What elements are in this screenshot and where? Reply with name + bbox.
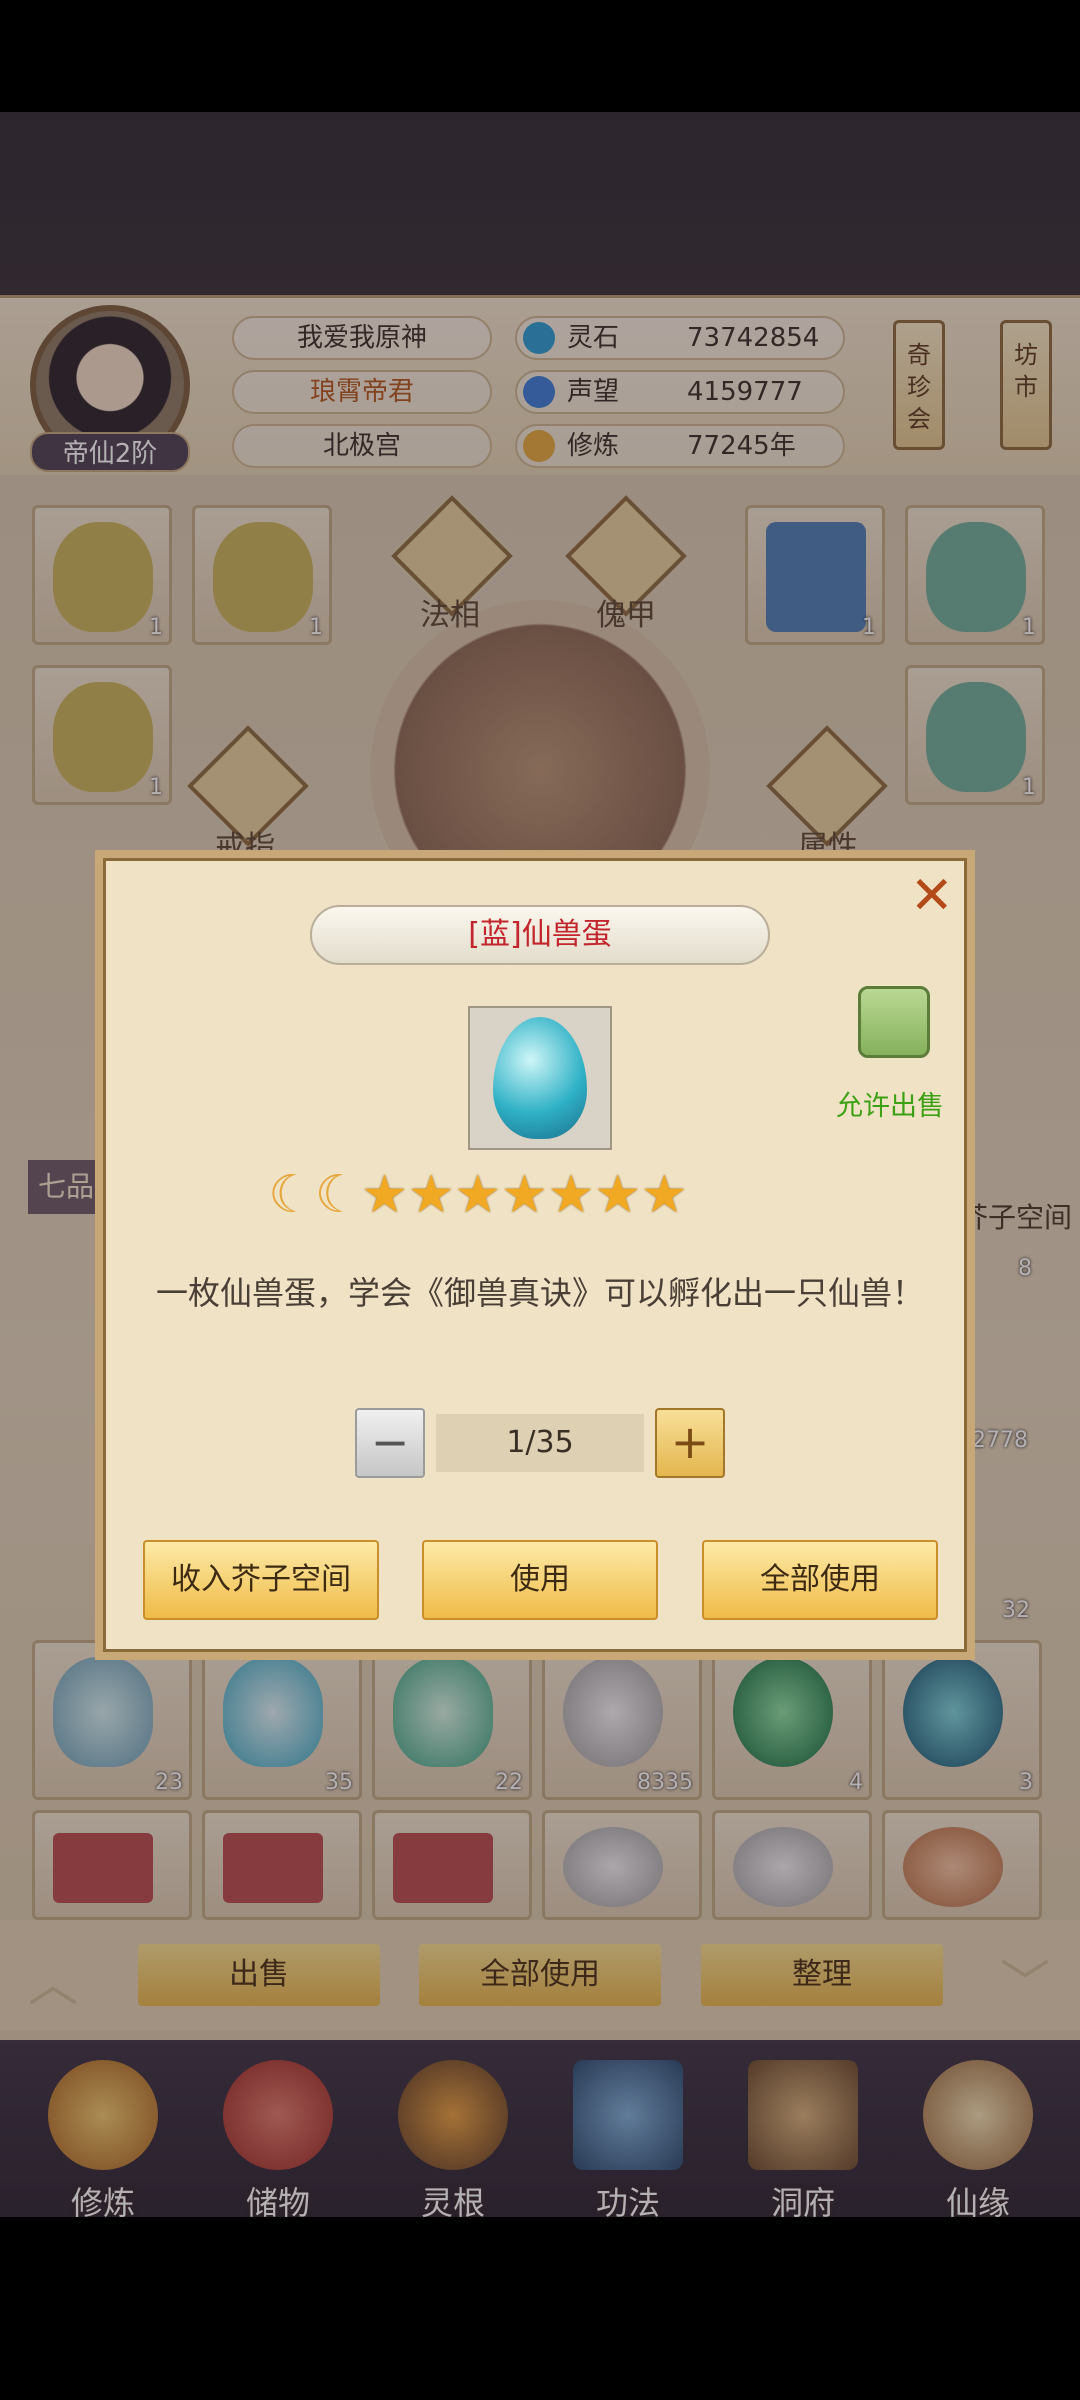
star-icon: ★ (454, 1165, 502, 1225)
star-icon: ★ (547, 1165, 595, 1225)
use-button[interactable]: 使用 (422, 1540, 658, 1620)
star-icon: ★ (361, 1165, 408, 1225)
quantity-display: 1/35 (436, 1414, 644, 1472)
store-to-space-button[interactable]: 收入芥子空间 (143, 1540, 379, 1620)
star-icon: ★ (407, 1165, 455, 1225)
status-area-bottom (0, 2217, 1080, 2400)
use-all-button[interactable]: 全部使用 (702, 1540, 938, 1620)
allow-sale-label[interactable]: 允许出售 (836, 1084, 944, 1123)
item-rating: ☾☾★★★★★★★ (268, 1165, 808, 1225)
close-icon[interactable]: ✕ (910, 870, 954, 922)
status-area-top (0, 0, 1080, 112)
star-icon: ★ (641, 1165, 688, 1225)
increase-quantity-button[interactable]: + (655, 1408, 725, 1478)
decrease-quantity-button[interactable]: − (355, 1408, 425, 1478)
sale-lock-icon[interactable] (858, 986, 930, 1058)
item-description: 一枚仙兽蛋，学会《御兽真诀》可以孵化出一只仙兽！ (155, 1274, 924, 1312)
item-detail-dialog (95, 850, 975, 1660)
star-icon: ★ (594, 1165, 641, 1225)
star-icon: ★ (501, 1165, 548, 1225)
moon-icon: ☾ (268, 1165, 315, 1225)
item-title: [蓝]仙兽蛋 (310, 905, 770, 965)
moon-icon: ☾ (314, 1165, 362, 1225)
